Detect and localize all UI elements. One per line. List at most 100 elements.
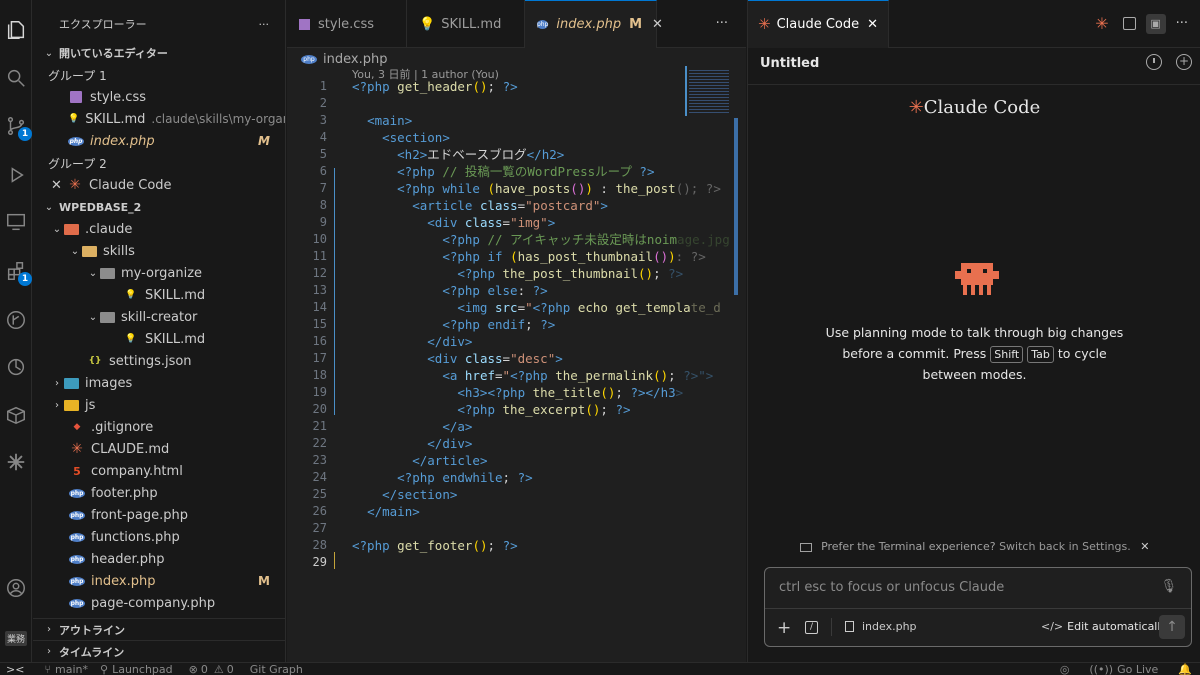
explorer-icon[interactable] xyxy=(4,18,28,42)
timeline-section[interactable]: › タイムライン xyxy=(33,640,285,662)
code-line: <a href="<?php the_permalink(); ?>"> xyxy=(442,368,714,383)
more-actions-icon[interactable]: ··· xyxy=(1176,16,1188,31)
go-live-button[interactable]: Go Live xyxy=(1117,663,1158,675)
open-editor-claude-code[interactable]: ✕ ✳ Claude Code xyxy=(33,174,285,196)
workspace-label: WPEDBASE_2 xyxy=(59,200,142,214)
code-line: <?php else: ?> xyxy=(442,283,548,298)
git-graph-label[interactable]: Git Graph xyxy=(250,663,303,675)
chevron-right-icon: › xyxy=(47,646,51,657)
tree-folder-skill-creator[interactable]: ⌄ skill-creator xyxy=(33,306,285,328)
manage-icon[interactable]: 業務 xyxy=(4,626,28,650)
php-file-icon: php xyxy=(69,554,85,564)
activity-bar: 1 1 業務 xyxy=(0,0,32,662)
tree-file-gitignore[interactable]: ◆ .gitignore xyxy=(33,416,285,438)
code-editor[interactable]: 1 2 3 4 5 6 7 8 9 10 11 12 13 14 15 16 17 18 19 20 21 22 23 24 2… xyxy=(287,0,746,662)
terminal-notice-text: Prefer the Terminal experience? xyxy=(821,540,996,553)
lock-icon[interactable]: ▣ xyxy=(1145,13,1166,34)
add-icon[interactable]: + xyxy=(777,618,791,638)
code-line: <div class="img"> xyxy=(427,215,556,230)
tree-file-footer-php[interactable]: php footer.php xyxy=(33,482,285,504)
run-debug-icon[interactable] xyxy=(4,163,28,187)
git-change-bar xyxy=(334,168,335,415)
line-number: 21 xyxy=(312,419,327,433)
notifications-icon[interactable]: 🔔 xyxy=(1178,663,1192,675)
remote-explorer-icon[interactable] xyxy=(4,210,28,234)
launchpad-label[interactable]: Launchpad xyxy=(112,663,173,675)
testing-icon[interactable] xyxy=(4,355,28,379)
tree-file-company-html[interactable]: 5 company.html xyxy=(33,460,285,482)
prompt-input[interactable]: ctrl esc to focus or unfocus Claude xyxy=(779,580,1004,595)
claude-spark-icon[interactable]: ✳ xyxy=(1095,14,1108,33)
line-number: 10 xyxy=(312,232,327,246)
tree-file-index-php[interactable]: php index.php M xyxy=(33,570,285,592)
microphone-icon[interactable]: 🎙 xyxy=(1160,579,1177,594)
error-count[interactable]: 0 xyxy=(201,663,208,675)
code-line: <section> xyxy=(382,130,450,145)
more-actions-icon[interactable]: ··· xyxy=(259,18,270,31)
split-editor-icon[interactable] xyxy=(1122,17,1136,30)
tab-claude-code[interactable]: ✳ Claude Code ✕ xyxy=(748,0,890,48)
launchpad-icon: ⚲ xyxy=(100,662,109,675)
claude-tabs: ✳ Claude Code ✕ ✳ ▣ ··· xyxy=(748,0,1200,48)
git-graph-icon[interactable] xyxy=(4,308,28,332)
close-icon[interactable]: ✕ xyxy=(1140,540,1149,553)
search-icon[interactable] xyxy=(4,66,28,90)
line-number: 1 xyxy=(319,79,327,93)
folder-icon xyxy=(63,397,79,413)
tree-file-page-company-php[interactable]: php page-company.php xyxy=(33,592,285,614)
tree-file-claude-md[interactable]: ✳ CLAUDE.md xyxy=(33,438,285,460)
remote-icon[interactable]: >< xyxy=(6,663,24,675)
warning-count[interactable]: 0 xyxy=(227,663,234,675)
tree-folder-my-organize[interactable]: ⌄ my-organize xyxy=(33,262,285,284)
line-number: 28 xyxy=(312,538,327,552)
edit-mode-toggle[interactable]: </> Edit automatically xyxy=(1041,620,1167,633)
open-editors-section[interactable]: ⌄ 開いているエディター xyxy=(33,42,285,64)
extensions-icon[interactable]: 1 xyxy=(4,259,32,286)
tree-file-functions-php[interactable]: php functions.php xyxy=(33,526,285,548)
outline-section[interactable]: › アウトライン xyxy=(33,618,285,640)
settings-link[interactable]: Switch back in Settings. xyxy=(999,540,1131,553)
slash-command-icon[interactable]: / xyxy=(805,621,818,634)
tree-file-skill-md-2[interactable]: 💡 SKILL.md xyxy=(33,328,285,350)
code-line: <img src="<?php echo get_template_d xyxy=(457,300,721,315)
profile-label: 業務 xyxy=(4,630,27,646)
history-icon[interactable] xyxy=(1146,54,1162,70)
tree-folder-claude[interactable]: ⌄ .claude xyxy=(33,218,285,240)
package-icon[interactable] xyxy=(4,403,28,427)
claude-spark-icon[interactable] xyxy=(4,450,28,474)
line-number: 13 xyxy=(312,283,327,297)
context-file-chip[interactable]: index.php xyxy=(845,620,917,633)
tree-file-skill-md[interactable]: 💡 SKILL.md xyxy=(33,284,285,306)
tree-folder-images[interactable]: › images xyxy=(33,372,285,394)
chevron-down-icon: ⌄ xyxy=(88,311,98,323)
code-line: </div> xyxy=(427,334,473,349)
tree-file-front-page-php[interactable]: php front-page.php xyxy=(33,504,285,526)
code-line: <?php the_post_thumbnail(); ?> xyxy=(457,266,684,281)
copilot-icon[interactable]: ◎ xyxy=(1060,663,1070,675)
open-editor-style-css[interactable]: style.css xyxy=(33,86,285,108)
close-icon[interactable]: ✕ xyxy=(867,17,878,32)
workspace-section[interactable]: ⌄ WPEDBASE_2 xyxy=(33,196,285,218)
account-icon[interactable] xyxy=(4,576,28,600)
open-editor-index-php[interactable]: php index.php M xyxy=(33,130,285,152)
scrollbar[interactable] xyxy=(734,118,738,295)
open-editor-skill-md[interactable]: 💡 SKILL.md .claude\skills\my-organize xyxy=(33,108,285,130)
close-icon[interactable]: ✕ xyxy=(51,178,67,193)
folder-icon xyxy=(63,375,79,391)
lightbulb-icon: 💡 xyxy=(125,334,137,344)
line-number: 22 xyxy=(312,436,327,450)
session-title: Untitled xyxy=(760,56,820,71)
tree-file-settings-json[interactable]: {} settings.json xyxy=(33,350,285,372)
tree-folder-skills[interactable]: ⌄ skills xyxy=(33,240,285,262)
prompt-input-box[interactable]: ctrl esc to focus or unfocus Claude 🎙 + … xyxy=(764,567,1192,647)
tree-file-header-php[interactable]: php header.php xyxy=(33,548,285,570)
new-chat-icon[interactable]: + xyxy=(1176,54,1192,70)
code-line: <?php // アイキャッチ未設定時はnoimage.jpg xyxy=(442,232,730,247)
open-editor-name: style.css xyxy=(90,89,146,105)
tree-folder-js[interactable]: › js xyxy=(33,394,285,416)
branch-name[interactable]: main* xyxy=(55,663,88,675)
extensions-badge: 1 xyxy=(18,272,32,286)
send-button[interactable]: ↑ xyxy=(1159,615,1185,639)
source-control-icon[interactable]: 1 xyxy=(4,114,32,141)
minimap[interactable] xyxy=(685,66,737,122)
